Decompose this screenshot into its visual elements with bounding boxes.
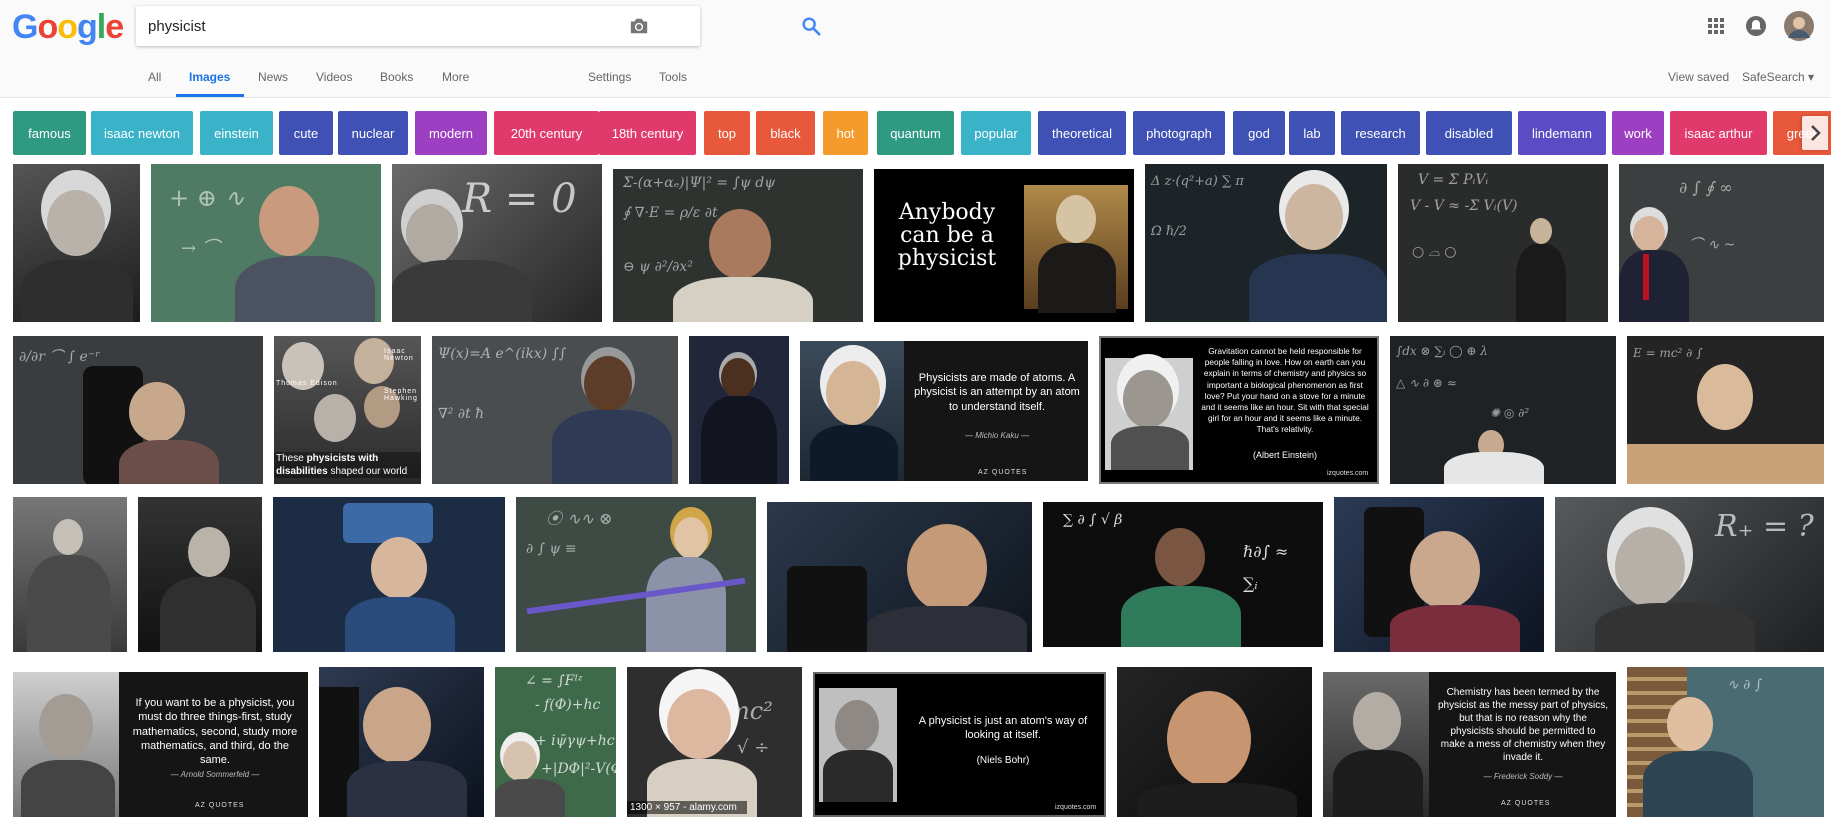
image-result[interactable] — [1117, 667, 1312, 817]
chip-quantum[interactable]: quantum — [877, 111, 954, 155]
image-result[interactable] — [13, 497, 127, 652]
chevron-right-icon — [1811, 125, 1821, 141]
account-avatar[interactable] — [1784, 11, 1814, 41]
image-result[interactable]: mc² √ ÷ 1300 × 957 - alamy.com — [627, 667, 802, 817]
tab-all[interactable]: All — [148, 70, 161, 84]
image-result[interactable]: R₊ = ? — [1555, 497, 1824, 652]
logo-letter: o — [57, 8, 78, 46]
image-result[interactable]: Ψ(x)=A e^(ikx) ∫∫ ∇² ∂t ħ — [432, 336, 678, 484]
google-logo[interactable]: Google — [12, 8, 124, 47]
image-result[interactable]: ∂/∂r ⌒ ∫ e⁻ʳ ΣΔ — [13, 336, 263, 484]
image-result[interactable]: Gravitation cannot be held responsible f… — [1099, 336, 1379, 484]
image-result[interactable] — [319, 667, 484, 817]
chip-hot[interactable]: hot — [823, 111, 868, 155]
image-result[interactable]: ∿ ∂ ∫ — [1627, 667, 1824, 817]
thumbnail-caption: These physicists with disabilities shape… — [274, 452, 421, 478]
image-result[interactable] — [767, 502, 1032, 652]
tab-news[interactable]: News — [258, 70, 288, 84]
image-result[interactable]: Δ z·(q²+a) ∑ π Ω ℏ/2 — [1145, 164, 1387, 322]
related-search-chips: famous isaac newton einstein cute nuclear mod… — [0, 111, 1831, 155]
quote-text: Physicists are made of atoms. A physicis… — [914, 372, 1080, 413]
chip-20th-century[interactable]: 20th century — [494, 111, 599, 155]
image-result[interactable]: ∠ = ∫Fᴵᶻ - f(Φ)+hc + iψ̄γψ+hc +|DΦ|²-V(Φ… — [495, 667, 616, 817]
chip-isaac-arthur[interactable]: isaac arthur — [1670, 111, 1767, 155]
chip-god[interactable]: god — [1233, 111, 1285, 155]
search-box — [136, 6, 821, 46]
settings-link[interactable]: Settings — [588, 70, 631, 84]
image-dimensions-badge: 1300 × 957 - alamy.com — [627, 801, 747, 814]
chip-einstein[interactable]: einstein — [200, 111, 273, 155]
chip-popular[interactable]: popular — [961, 111, 1031, 155]
chip-work[interactable]: work — [1612, 111, 1664, 155]
tab-books[interactable]: Books — [380, 70, 413, 84]
image-results-grid: + ⊕ ∿ → ⌒ R = 0 Σ-(α+αₑ)|Ψ|² = ∫ψ dψ ∮ ∇… — [0, 164, 1831, 819]
camera-icon[interactable] — [628, 16, 650, 36]
chip-lab[interactable]: lab — [1289, 111, 1335, 155]
logo-letter: g — [77, 8, 98, 46]
chip-18th-century[interactable]: 18th century — [599, 111, 696, 155]
image-result[interactable]: ∂ ∫ ∮ ∞ ⌒ ∿ ~ — [1619, 164, 1824, 322]
image-result[interactable]: ∑ ∂ ∫ √ β ℏ∂∫ ≈ ∑ᵢ — [1043, 502, 1323, 647]
chip-isaac-newton[interactable]: isaac newton — [91, 111, 193, 155]
notifications-icon[interactable] — [1744, 14, 1768, 38]
image-result[interactable]: Physicists are made of atoms. A physicis… — [800, 341, 1088, 481]
logo-letter: G — [12, 8, 38, 46]
image-result[interactable]: Chemistry has been termed by the physici… — [1323, 672, 1616, 817]
view-saved-link[interactable]: View saved — [1668, 70, 1729, 84]
image-result[interactable]: E = mc² ∂ ∫ — [1627, 336, 1824, 484]
search-icon[interactable] — [800, 15, 822, 37]
active-tab-indicator — [176, 94, 244, 97]
image-result[interactable]: If you want to be a physicist, you must … — [13, 672, 308, 817]
image-result[interactable]: Anybody can be a physicist — [874, 169, 1134, 322]
image-result[interactable] — [1334, 497, 1544, 652]
image-result[interactable]: Σ-(α+αₑ)|Ψ|² = ∫ψ dψ ∮ ∇·E = ρ/ε ∂t ⊖ ψ … — [613, 169, 863, 322]
top-header: Google All Images News Videos Book — [0, 0, 1831, 98]
chip-theoretical[interactable]: theoretical — [1038, 111, 1126, 155]
chip-research[interactable]: research — [1341, 111, 1420, 155]
tab-videos[interactable]: Videos — [316, 70, 352, 84]
chip-lindemann[interactable]: lindemann — [1518, 111, 1606, 155]
tab-images[interactable]: Images — [189, 70, 230, 84]
quote-text: Gravitation cannot be held responsible f… — [1201, 346, 1369, 435]
image-result[interactable]: Thomas Edison Isaac Newton Stephen Hawki… — [274, 336, 421, 484]
quote-text: If you want to be a physicist, you must … — [132, 697, 298, 767]
chip-black[interactable]: black — [756, 111, 815, 155]
chip-cute[interactable]: cute — [279, 111, 333, 155]
chip-top[interactable]: top — [704, 111, 750, 155]
image-result[interactable]: V = Σ PᵢVᵢ V - V ≈ -Σ Vᵢ(V) ○ ⌓ ○ — [1398, 164, 1608, 322]
image-result[interactable] — [689, 336, 789, 484]
image-result[interactable]: ∫dx ⊗ ∑ᵢ ◯ ⊕ λ △ ∿ ∂ ⊛ ≈ ✺ ◎ ∂² — [1390, 336, 1616, 484]
image-result[interactable]: R = 0 — [392, 164, 602, 322]
tools-link[interactable]: Tools — [659, 70, 687, 84]
safesearch-toggle[interactable]: SafeSearch ▾ — [1742, 70, 1814, 84]
chip-photograph[interactable]: photograph — [1133, 111, 1225, 155]
chip-nuclear[interactable]: nuclear — [338, 111, 408, 155]
chip-disabled[interactable]: disabled — [1426, 111, 1512, 155]
image-result[interactable] — [273, 497, 505, 652]
tab-more[interactable]: More — [442, 70, 469, 84]
image-result[interactable]: A physicist is just an atom's way of loo… — [813, 672, 1106, 817]
image-result[interactable]: ⦿ ∿∿ ⊗ ∂ ∫ ψ ≡ — [516, 497, 756, 652]
logo-letter: l — [96, 8, 107, 46]
chips-next-button[interactable] — [1802, 116, 1828, 150]
quote-text: A physicist is just an atom's way of loo… — [918, 715, 1088, 742]
search-nav-bar: All Images News Videos Books More Settin… — [0, 64, 1831, 98]
poster-text: Anybody can be a physicist — [897, 200, 997, 272]
apps-grid-icon[interactable] — [1704, 14, 1728, 38]
search-input[interactable] — [148, 6, 618, 46]
logo-letter: e — [105, 8, 124, 46]
chip-famous[interactable]: famous — [13, 111, 86, 155]
chip-modern[interactable]: modern — [415, 111, 487, 155]
image-result[interactable] — [13, 164, 140, 322]
image-result[interactable] — [138, 497, 262, 652]
logo-letter: o — [37, 8, 58, 46]
quote-text: Chemistry has been termed by the physici… — [1437, 687, 1609, 763]
image-result[interactable]: + ⊕ ∿ → ⌒ — [151, 164, 381, 322]
